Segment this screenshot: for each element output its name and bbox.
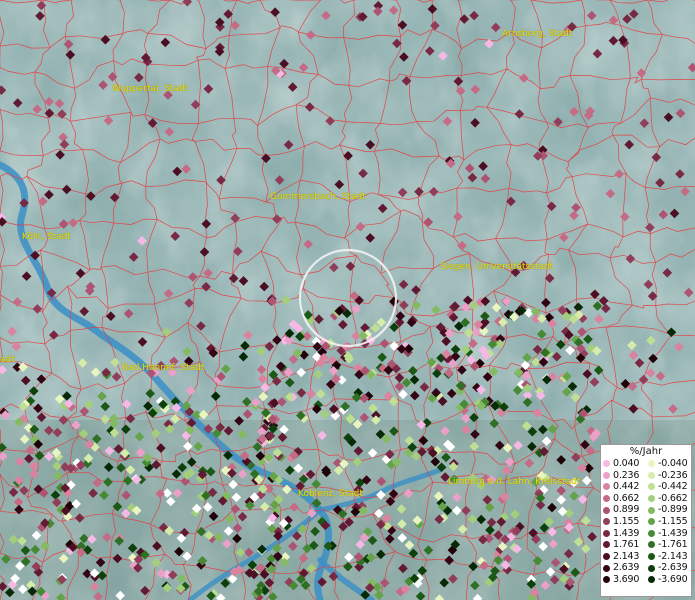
legend-swatch: [603, 564, 610, 572]
legend-swatch: [648, 564, 655, 572]
legend-swatch: [648, 576, 655, 584]
legend-entry-positive: 0.442: [601, 481, 646, 493]
legend-swatch: [648, 541, 655, 549]
legend-entry-negative: -0.442: [646, 481, 691, 493]
legend-entry-negative: -0.662: [646, 493, 691, 505]
legend-row: 0.236 -0.236: [601, 470, 691, 482]
legend-entry-positive: 0.236: [601, 470, 646, 482]
city-label-koblenz: Koblenz, Stadt: [298, 489, 363, 499]
legend-row: 2.143 -2.143: [601, 551, 691, 563]
legend-entry-positive: 2.143: [601, 551, 646, 563]
legend-swatch: [648, 553, 655, 561]
legend-swatch: [603, 518, 610, 526]
legend-value: -2.639: [658, 562, 688, 574]
legend-entry-negative: -3.690: [646, 574, 691, 586]
legend-swatch: [603, 576, 610, 584]
legend-swatch: [648, 529, 655, 537]
legend-value: -0.442: [658, 481, 688, 493]
city-label-partial: adt: [0, 355, 15, 365]
legend-entry-positive: 1.439: [601, 528, 646, 540]
legend-swatch: [603, 471, 610, 479]
legend-row: 0.662 -0.662: [601, 493, 691, 505]
legend-row: 1.439 -1.439: [601, 528, 691, 540]
legend-value: 2.143: [613, 550, 640, 562]
legend-value: 3.690: [613, 573, 640, 585]
legend-value: 1.155: [613, 515, 640, 527]
legend-swatch: [648, 483, 655, 491]
legend-value: 0.040: [613, 458, 640, 469]
legend-entry-negative: -0.040: [646, 458, 691, 470]
legend-row: 2.639 -2.639: [601, 562, 691, 574]
legend-entry-negative: -0.236: [646, 470, 691, 482]
city-label-limburg: Limburg a.d. Lahn, Kreisstadt: [448, 477, 581, 487]
city-label-siegen: Siegen, Universitätsstadt: [440, 262, 554, 272]
legend-row: 0.040 -0.040: [601, 458, 691, 470]
legend-swatch: [603, 529, 610, 537]
legend-entry-positive: 1.155: [601, 516, 646, 528]
city-label-wuppertal: Wuppertal, Stadt: [112, 84, 189, 94]
legend-entry-negative: -2.143: [646, 551, 691, 563]
legend-value: -0.662: [658, 492, 688, 504]
legend-value: 0.662: [613, 492, 640, 504]
legend-value: -2.143: [658, 550, 688, 562]
legend-value: -0.236: [658, 469, 688, 481]
map-canvas[interactable]: [0, 0, 695, 600]
legend-entry-negative: -1.761: [646, 539, 691, 551]
legend-value: -1.439: [658, 527, 688, 539]
legend-entry-positive: 1.761: [601, 539, 646, 551]
legend-row: 0.899 -0.899: [601, 504, 691, 516]
legend-entry-negative: -0.899: [646, 504, 691, 516]
legend-swatch: [603, 483, 610, 491]
legend-entry-positive: 2.639: [601, 562, 646, 574]
legend-swatch: [603, 460, 610, 468]
legend-value: 2.639: [613, 562, 640, 574]
city-label-koeln: Köln, Stadt: [22, 232, 71, 242]
legend-value: -0.899: [658, 504, 688, 516]
legend-value: 1.761: [613, 539, 640, 551]
legend-entry-negative: -2.639: [646, 562, 691, 574]
legend-row: 1.761 -1.761: [601, 539, 691, 551]
legend-value: 1.439: [613, 527, 640, 539]
legend-value: -1.155: [658, 515, 688, 527]
legend-swatch: [603, 541, 610, 549]
legend-row: 1.155 -1.155: [601, 516, 691, 528]
legend-swatch: [603, 506, 610, 514]
legend-swatch: [648, 460, 655, 468]
legend: %/Jahr 0.040 -0.040 0.236 -0.236 0.442 -0.442…: [600, 444, 692, 597]
legend-swatch: [648, 506, 655, 514]
legend-rows: 0.040 -0.040 0.236 -0.236 0.442 -0.442 0.662 -0…: [601, 458, 691, 586]
legend-swatch: [603, 553, 610, 561]
legend-swatch: [648, 471, 655, 479]
legend-entry-negative: -1.439: [646, 528, 691, 540]
legend-title: %/Jahr: [629, 446, 663, 457]
city-label-arnsberg: Arnsberg, Stadt: [502, 29, 573, 39]
legend-value: 0.899: [613, 504, 640, 516]
legend-value: 0.442: [613, 481, 640, 493]
legend-value: -0.040: [658, 458, 688, 469]
legend-swatch: [648, 518, 655, 526]
legend-value: -3.690: [658, 573, 688, 585]
legend-row: 3.690 -3.690: [601, 574, 691, 586]
legend-row: 0.442 -0.442: [601, 481, 691, 493]
legend-entry-positive: 0.899: [601, 504, 646, 516]
legend-entry-positive: 3.690: [601, 574, 646, 586]
legend-entry-negative: -1.155: [646, 516, 691, 528]
legend-swatch: [648, 495, 655, 503]
legend-value: 0.236: [613, 469, 640, 481]
legend-entry-positive: 0.662: [601, 493, 646, 505]
legend-value: -1.761: [658, 539, 688, 551]
city-label-bad-honnef: Bad Honnef, Stadt: [122, 363, 205, 373]
city-label-gummersbach: Gummersbach, Stadt: [270, 192, 366, 202]
legend-entry-positive: 0.040: [601, 458, 646, 470]
legend-swatch: [603, 495, 610, 503]
